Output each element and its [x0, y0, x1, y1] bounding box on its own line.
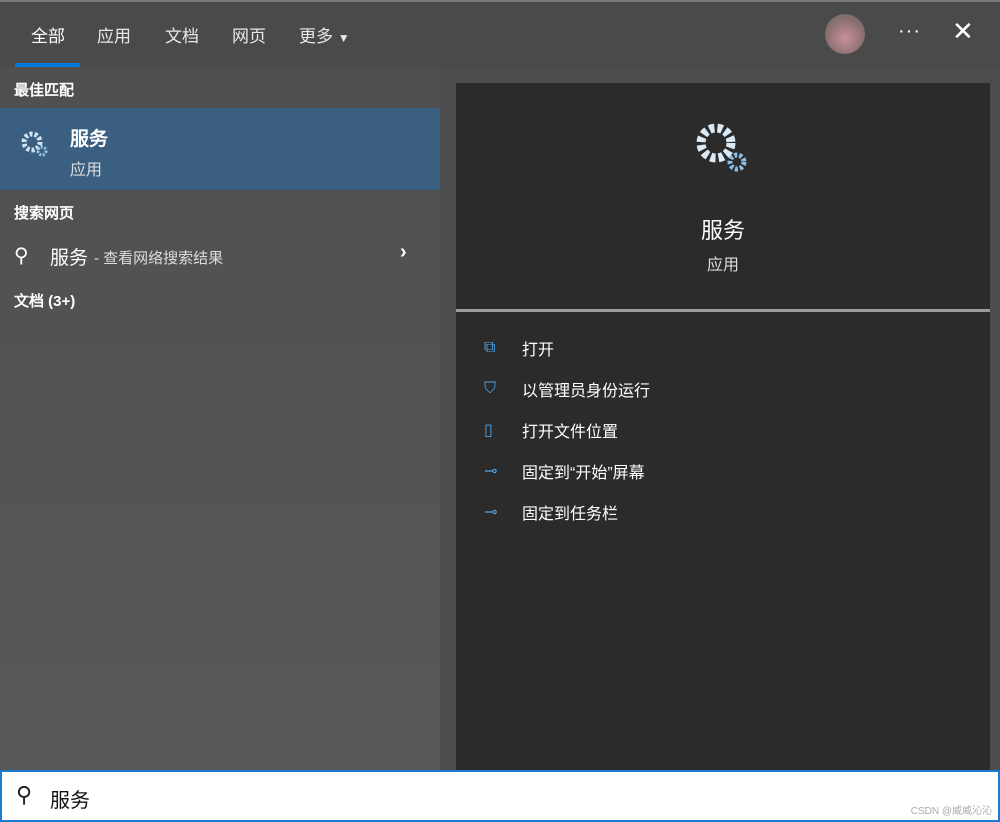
action-label: 打开 — [522, 342, 555, 359]
tab-all[interactable]: 全部 — [31, 22, 65, 47]
action-label: 打开文件位置 — [522, 424, 619, 441]
action-label: 以管理员身份运行 — [522, 383, 651, 400]
action-run-as-admin[interactable]: ⛉ 以管理员身份运行 — [484, 374, 650, 404]
tab-documents[interactable]: 文档 — [165, 22, 199, 47]
search-header: 全部 应用 文档 网页 更多 ▼ ··· ✕ — [0, 0, 1000, 67]
documents-heading: 文档 (3+) — [14, 293, 76, 310]
best-match-heading: 最佳匹配 — [14, 82, 75, 99]
action-label: 固定到“开始”屏幕 — [522, 465, 645, 482]
chevron-right-icon[interactable]: › — [400, 241, 407, 264]
best-match-item[interactable]: 服务 应用 — [0, 108, 440, 190]
pin-icon: ⊸ — [484, 463, 498, 480]
tab-apps[interactable]: 应用 — [97, 22, 131, 47]
admin-shield-icon: ⛉ — [484, 380, 497, 397]
best-match-subtitle: 应用 — [70, 162, 103, 179]
action-pin-to-taskbar[interactable]: ⊸ 固定到任务栏 — [484, 497, 618, 527]
watermark: CSDN @威威沁沁 — [910, 806, 992, 817]
chevron-down-icon: ▼ — [337, 31, 350, 45]
close-button[interactable]: ✕ — [952, 16, 974, 47]
more-options-button[interactable]: ··· — [898, 20, 921, 43]
gear-icon — [21, 131, 48, 157]
search-box[interactable]: ⚲ 服务 CSDN @威威沁沁 — [0, 770, 1000, 822]
action-open-file-location[interactable]: ▯ 打开文件位置 — [484, 415, 618, 445]
search-icon: ⚲ — [16, 782, 33, 807]
web-query: 服务 — [50, 248, 89, 269]
web-search-heading: 搜索网页 — [14, 205, 75, 222]
open-icon: ⧉ — [484, 339, 496, 356]
divider — [456, 309, 990, 312]
tab-more[interactable]: 更多 ▼ — [299, 22, 350, 47]
action-label: 固定到任务栏 — [522, 506, 619, 523]
tab-more-label: 更多 — [299, 27, 333, 46]
web-suffix: - 查看网络搜索结果 — [94, 250, 224, 267]
preview-subtitle: 应用 — [706, 257, 739, 274]
preview-title: 服务 — [700, 218, 745, 243]
results-panel: 最佳匹配 服务 应用 搜索网页 ⚲ 服务 - 查看网络搜索结果 › 文档 (3+… — [0, 67, 440, 770]
tab-web[interactable]: 网页 — [232, 22, 266, 47]
action-open[interactable]: ⧉ 打开 — [484, 333, 554, 363]
best-match-title: 服务 — [70, 129, 109, 150]
action-pin-to-start[interactable]: ⊸ 固定到“开始”屏幕 — [484, 456, 645, 486]
pin-icon: ⊸ — [484, 504, 498, 521]
search-input[interactable]: 服务 — [50, 784, 90, 813]
preview-panel: 服务 应用 ⧉ 打开 ⛉ 以管理员身份运行 ▯ 打开文件位置 ⊸ 固定到“开始”屏幕 ⊸… — [456, 83, 990, 770]
web-search-result[interactable]: ⚲ 服务 - 查看网络搜索结果 › — [0, 237, 440, 275]
avatar[interactable] — [825, 14, 865, 54]
search-icon: ⚲ — [14, 245, 29, 267]
file-location-icon: ▯ — [484, 422, 493, 439]
gear-icon — [696, 123, 747, 172]
